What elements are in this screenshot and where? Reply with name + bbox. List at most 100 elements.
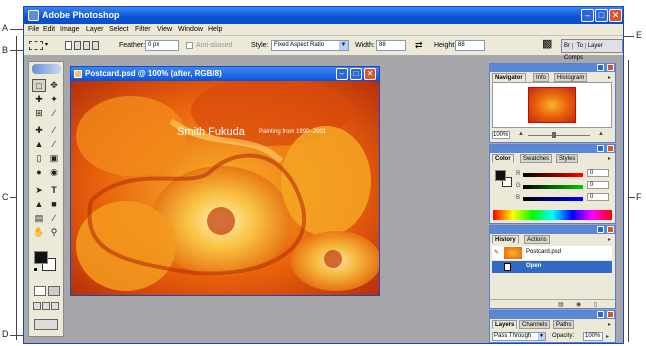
tab-channels[interactable]: Channels [519, 320, 551, 329]
app-title-bar[interactable]: Adobe Photoshop – □ ✕ [24, 7, 623, 24]
palette-title-bar[interactable] [490, 64, 615, 72]
palette-close-button[interactable] [607, 311, 614, 318]
palette-menu-icon[interactable]: ▸ [608, 155, 611, 162]
palette-menu-icon[interactable]: ▸ [608, 236, 611, 243]
zoom-out-icon[interactable]: ▲ [518, 131, 524, 137]
history-step-row[interactable]: Open [492, 261, 612, 273]
hand-tool-icon[interactable]: ✋ [32, 226, 46, 239]
close-button[interactable]: ✕ [609, 9, 622, 22]
menu-file[interactable]: File [28, 26, 39, 33]
doc-maximize-button[interactable]: □ [350, 68, 362, 80]
crop-tool-icon[interactable]: ⊞ [32, 107, 46, 120]
quick-mask-icon[interactable] [48, 286, 60, 296]
palette-close-button[interactable] [607, 145, 614, 152]
gradient-tool-icon[interactable]: ▣ [47, 152, 61, 165]
red-field[interactable]: 0 [587, 169, 609, 177]
palette-title-bar[interactable] [490, 311, 615, 319]
default-colors-icon[interactable] [33, 267, 38, 272]
type-tool-icon[interactable]: T [47, 184, 61, 197]
palette-well-tab-to[interactable]: To [574, 43, 587, 49]
screen-mode-full-icon[interactable] [51, 302, 59, 310]
marquee-preset-icon[interactable] [29, 41, 43, 50]
height-field[interactable]: 88 [455, 40, 485, 51]
tab-layers[interactable]: Layers [492, 320, 518, 329]
feather-field[interactable]: 0 px [145, 40, 179, 51]
screen-mode-full-menu-icon[interactable] [42, 302, 50, 310]
lasso-tool-icon[interactable]: ✚ [32, 93, 46, 106]
eyedropper-tool-icon[interactable]: ∕ [47, 212, 61, 225]
brush-tool-icon[interactable]: ∕ [47, 124, 61, 137]
subtract-selection-icon[interactable] [83, 41, 90, 50]
file-browser-icon[interactable]: ▩ [542, 39, 552, 50]
new-selection-icon[interactable] [65, 41, 72, 50]
preset-dropdown-icon[interactable]: ▾ [45, 40, 48, 51]
tab-swatches[interactable]: Swatches [520, 154, 553, 163]
zoom-in-icon[interactable]: ▲ [598, 131, 604, 137]
palette-well-tab-br[interactable]: Br [564, 43, 573, 49]
clone-stamp-tool-icon[interactable]: ▲ [32, 138, 46, 151]
color-fg-swatch[interactable] [495, 170, 506, 181]
maximize-button[interactable]: □ [595, 9, 608, 22]
menu-select[interactable]: Select [109, 26, 128, 33]
menu-window[interactable]: Window [178, 26, 203, 33]
magic-wand-tool-icon[interactable]: ✦ [47, 93, 61, 106]
blur-tool-icon[interactable]: ● [32, 166, 46, 179]
tab-histogram[interactable]: Histogram [554, 73, 588, 82]
document-title-bar[interactable]: Postcard.psd @ 100% (after, RGB/8) – □ ✕ [71, 67, 379, 81]
palette-close-button[interactable] [607, 64, 614, 71]
eraser-tool-icon[interactable]: ▯ [32, 152, 46, 165]
path-selection-tool-icon[interactable]: ➤ [32, 184, 46, 197]
menu-image[interactable]: Image [60, 26, 79, 33]
menu-edit[interactable]: Edit [43, 26, 55, 33]
add-to-selection-icon[interactable] [74, 41, 81, 50]
trash-icon[interactable]: ▯ [594, 301, 597, 308]
zoom-slider-track[interactable] [528, 135, 590, 136]
standard-mode-icon[interactable] [34, 286, 46, 296]
intersect-selection-icon[interactable] [92, 41, 99, 50]
opacity-field[interactable]: 100% [583, 332, 603, 341]
move-tool-icon[interactable]: ✥ [47, 79, 61, 92]
slice-tool-icon[interactable]: ∕ [47, 107, 61, 120]
dodge-tool-icon[interactable]: ◉ [47, 166, 61, 179]
tab-history[interactable]: History [492, 235, 519, 244]
green-field[interactable]: 0 [587, 181, 609, 189]
green-slider[interactable] [523, 185, 583, 189]
adobe-online-icon[interactable] [32, 64, 61, 74]
history-brush-source-icon[interactable]: ✎ [494, 249, 499, 256]
red-slider[interactable] [523, 173, 583, 177]
jump-to-imageready-icon[interactable] [34, 319, 58, 330]
zoom-slider-thumb[interactable] [552, 132, 556, 138]
postcard-artwork[interactable]: Smith Fukuda Painting from 1990–2001 [71, 81, 379, 295]
history-snapshot-row[interactable]: ✎ Postcard.psd [492, 246, 612, 260]
blue-slider[interactable] [523, 197, 583, 201]
style-select[interactable]: Fixed Aspect Ratio ▼ [271, 40, 349, 51]
tab-paths[interactable]: Paths [553, 320, 575, 329]
opacity-arrow-icon[interactable]: ▸ [606, 333, 609, 340]
blue-field[interactable]: 0 [587, 193, 609, 201]
palette-minimize-button[interactable] [597, 64, 604, 71]
tab-navigator[interactable]: Navigator [492, 73, 526, 82]
swap-icon[interactable]: ⇄ [415, 40, 423, 51]
zoom-tool-icon[interactable]: ⚲ [47, 226, 61, 239]
new-snapshot-icon[interactable]: ◉ [576, 301, 581, 308]
doc-minimize-button[interactable]: – [336, 68, 348, 80]
healing-brush-tool-icon[interactable]: ✚ [32, 124, 46, 137]
shape-tool-icon[interactable]: ■ [47, 198, 61, 211]
new-document-icon[interactable]: ▤ [558, 301, 564, 308]
color-ramp[interactable] [493, 210, 612, 220]
menu-filter[interactable]: Filter [135, 26, 151, 33]
doc-close-button[interactable]: ✕ [364, 68, 376, 80]
tab-info[interactable]: Info [533, 73, 550, 82]
tab-color[interactable]: Color [492, 154, 514, 163]
menu-help[interactable]: Help [208, 26, 222, 33]
palette-title-bar[interactable] [490, 145, 615, 153]
palette-menu-icon[interactable]: ▸ [608, 321, 611, 328]
notes-tool-icon[interactable]: ▤ [32, 212, 46, 225]
blend-mode-select[interactable]: Pass Through ▼ [492, 332, 546, 341]
palette-minimize-button[interactable] [597, 311, 604, 318]
palette-minimize-button[interactable] [597, 145, 604, 152]
pen-tool-icon[interactable]: ▲ [32, 198, 46, 211]
navigator-preview[interactable] [492, 82, 612, 128]
screen-mode-standard-icon[interactable] [33, 302, 41, 310]
tab-actions[interactable]: Actions [524, 235, 550, 244]
